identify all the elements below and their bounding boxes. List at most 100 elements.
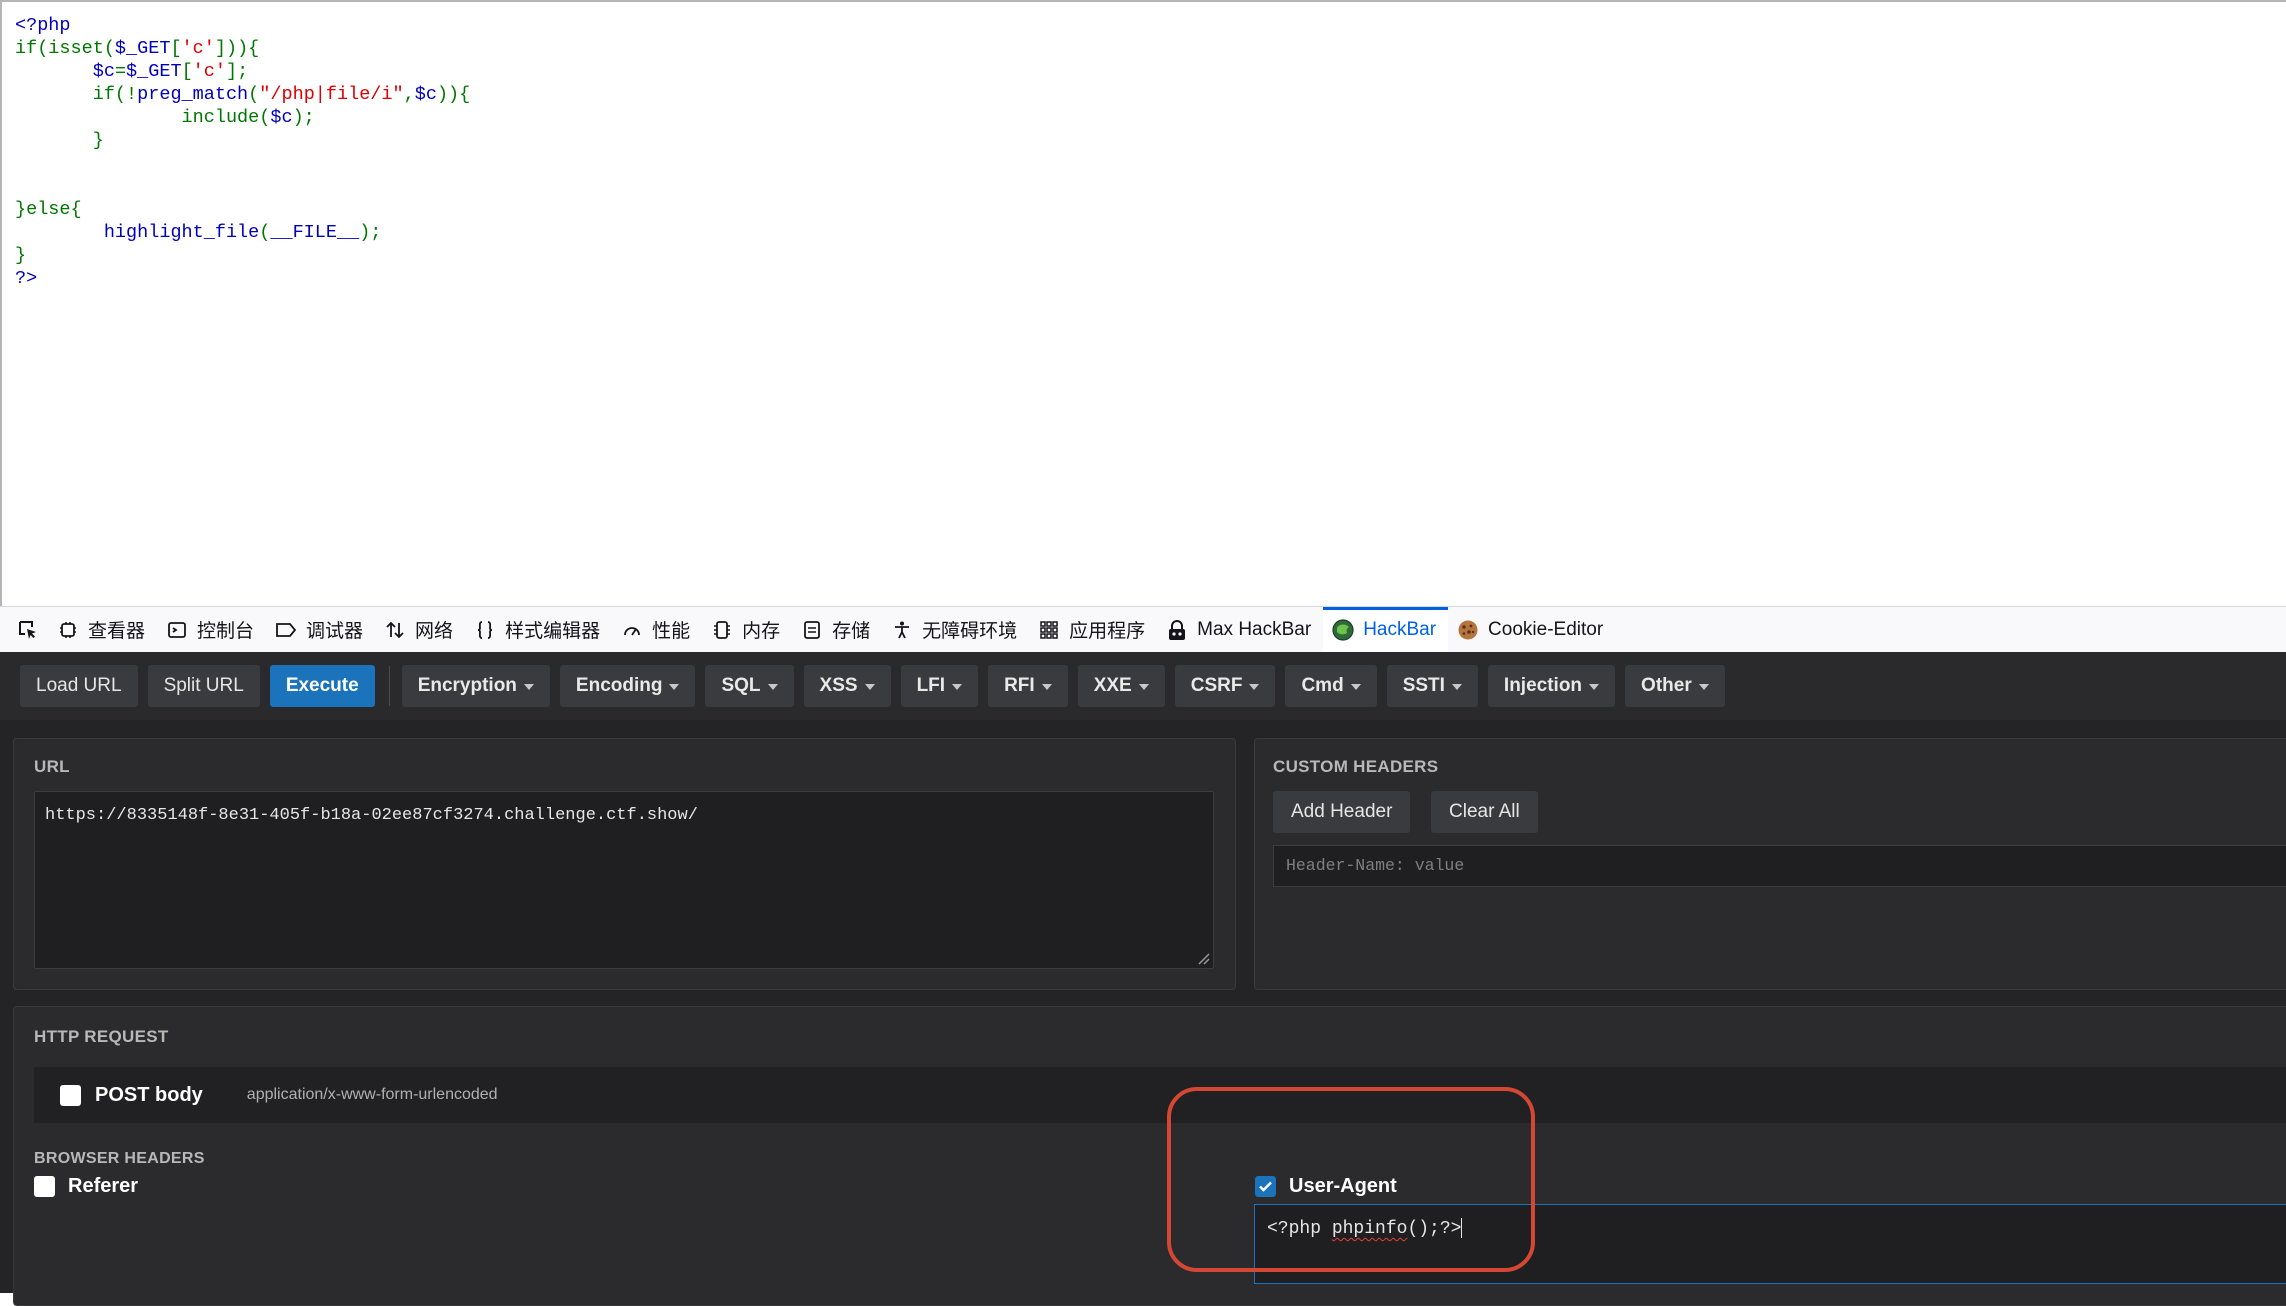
tab-accessibility[interactable]: 无障碍环境 (882, 607, 1029, 653)
menu-label: Encryption (417, 675, 517, 696)
resize-handle-icon[interactable] (1196, 951, 1210, 965)
tab-storage[interactable]: 存储 (792, 607, 882, 653)
menu-lfi-button[interactable]: LFI (900, 665, 979, 707)
menu-encryption-button[interactable]: Encryption (401, 665, 550, 707)
clear-all-button[interactable]: Clear All (1431, 791, 1538, 833)
menu-xxe-button[interactable]: XXE (1077, 665, 1165, 707)
menu-label: Injection (1503, 675, 1583, 696)
devtools-tab-label: 性能 (652, 621, 691, 642)
tab-hackbar[interactable]: HackBar (1323, 606, 1449, 653)
menu-label: SQL (721, 675, 761, 696)
devtools-tab-label: 内存 (742, 621, 781, 642)
url-input[interactable]: https://8335148f-8e31-405f-b18a-02ee87cf… (34, 791, 1214, 969)
code-token: )){ (436, 84, 471, 105)
menu-rfi-button[interactable]: RFI (988, 665, 1068, 707)
code-token: $_GET (114, 38, 171, 59)
code-token: }else{ (15, 199, 82, 220)
chevron-down-icon (1249, 684, 1260, 690)
devtools-tab-label: 样式编辑器 (505, 621, 601, 642)
code-token: ); (292, 107, 315, 128)
chevron-down-icon (669, 684, 680, 690)
tab-performance[interactable]: 性能 (612, 607, 702, 653)
tab-memory[interactable]: 内存 (702, 607, 792, 653)
chevron-down-icon (1698, 684, 1709, 690)
toolbar-divider (388, 666, 390, 706)
code-token: [ (170, 38, 182, 59)
menu-cmd-button[interactable]: Cmd (1285, 665, 1377, 707)
chevron-down-icon (523, 684, 534, 690)
code-token: <?php (15, 15, 71, 36)
code-token: $c (270, 107, 293, 128)
menu-sql-button[interactable]: SQL (705, 665, 794, 707)
tab-cookie-editor[interactable]: Cookie-Editor (1448, 607, 1615, 653)
load-url-button[interactable]: Load URL (20, 665, 138, 707)
tab-style-editor[interactable]: 样式编辑器 (465, 607, 612, 653)
code-token: ); (359, 222, 382, 243)
execute-button[interactable]: Execute (269, 665, 375, 707)
split-url-button[interactable]: Split URL (147, 665, 260, 707)
code-line: } (15, 245, 26, 266)
memory-icon (710, 618, 734, 642)
hackbar-panel: Load URL Split URL Execute Encryption Enc… (0, 652, 2286, 1306)
tab-debugger[interactable]: 调试器 (266, 607, 375, 653)
code-token: preg_match (137, 84, 249, 105)
devtools-tab-label: Cookie-Editor (1488, 618, 1604, 640)
code-token: __FILE__ (270, 222, 360, 243)
menu-csrf-button[interactable]: CSRF (1174, 665, 1276, 707)
menu-ssti-button[interactable]: SSTI (1386, 665, 1478, 707)
hackbar-icon (1331, 618, 1355, 642)
tab-inspector[interactable]: 查看器 (48, 607, 157, 653)
content-type-label: application/x-www-form-urlencoded (246, 1086, 498, 1103)
chevron-down-icon (1451, 684, 1462, 690)
code-token: 'c' (181, 38, 215, 59)
application-icon (1037, 618, 1061, 642)
menu-label: RFI (1004, 675, 1035, 696)
devtools-tab-label: 网络 (415, 621, 454, 642)
code-token: , (403, 84, 415, 105)
menu-other-button[interactable]: Other (1625, 665, 1725, 707)
hackbar-toolbar: Load URL Split URL Execute Encryption Enc… (0, 652, 2286, 720)
code-token: [ (181, 61, 193, 82)
add-header-button[interactable]: Add Header (1273, 791, 1411, 833)
code-token: $c (92, 61, 115, 82)
code-token: highlight_file (103, 222, 260, 243)
code-token: ]; (225, 61, 249, 82)
referer-checkbox[interactable] (34, 1176, 55, 1197)
code-token: } (15, 130, 104, 151)
devtools-tab-label: Max HackBar (1197, 618, 1312, 640)
code-token: "/php|file/i" (259, 84, 404, 105)
referer-option: Referer (34, 1175, 138, 1198)
code-line: ?> (15, 268, 37, 289)
tab-console[interactable]: 控制台 (157, 607, 266, 653)
tab-max-hackbar[interactable]: Max HackBar (1157, 607, 1323, 653)
menu-injection-button[interactable]: Injection (1487, 665, 1616, 707)
tab-network[interactable]: 网络 (375, 607, 465, 653)
console-icon (165, 618, 189, 642)
menu-xss-button[interactable]: XSS (803, 665, 891, 707)
code-token: if(isset( (15, 38, 115, 59)
element-picker-icon[interactable] (8, 607, 48, 653)
chevron-down-icon (1138, 684, 1149, 690)
menu-label: XXE (1093, 675, 1132, 696)
code-token: include( (181, 107, 271, 128)
menu-encoding-button[interactable]: Encoding (559, 665, 696, 707)
post-body-label: POST body (95, 1083, 203, 1106)
header-input[interactable]: Header-Name: value (1273, 845, 2286, 887)
max-hackbar-icon (1165, 618, 1189, 642)
post-body-checkbox[interactable] (60, 1084, 81, 1106)
devtools-tab-label: 控制台 (197, 621, 255, 642)
devtools-tab-label: 无障碍环境 (922, 621, 1018, 642)
devtools-tab-label: HackBar (1363, 618, 1437, 640)
url-value: https://8335148f-8e31-405f-b18a-02ee87cf… (45, 806, 698, 825)
code-token: if(! (92, 84, 138, 105)
url-panel-title: URL (34, 757, 70, 776)
code-token: ?> (15, 268, 38, 289)
code-token: $c (414, 84, 437, 105)
code-token: 'c' (192, 61, 226, 82)
code-token: ( (248, 84, 260, 105)
custom-headers-panel: CUSTOM HEADERS Add Header Clear All Head… (1254, 738, 2286, 990)
tab-application[interactable]: 应用程序 (1029, 607, 1157, 653)
code-line: include($c); (15, 107, 315, 128)
